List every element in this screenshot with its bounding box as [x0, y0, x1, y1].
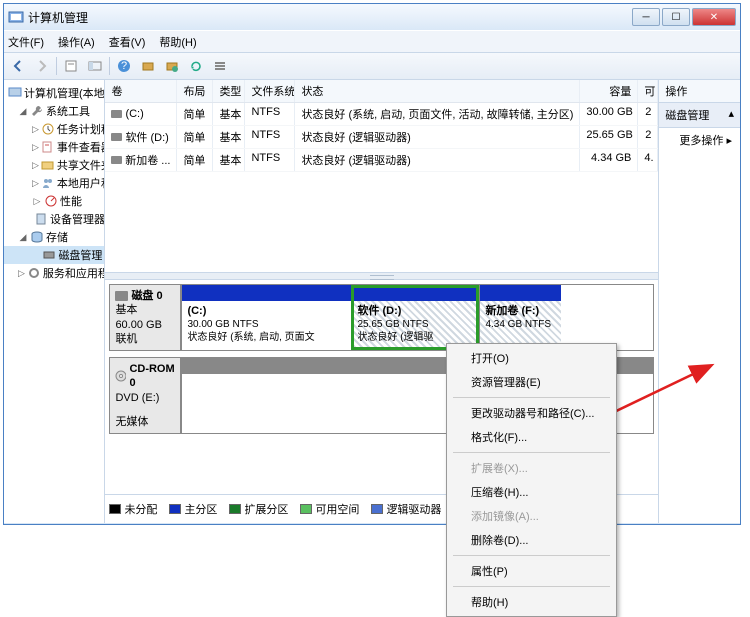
tree-scheduler[interactable]: ▷任务计划程序 [4, 120, 104, 138]
tree-services[interactable]: ▷服务和应用程序 [4, 264, 104, 282]
folder-share-icon [41, 158, 55, 172]
window-title: 计算机管理 [28, 9, 632, 26]
col-volume[interactable]: 卷 [105, 80, 177, 102]
forward-button[interactable] [32, 56, 52, 76]
tree-root[interactable]: 计算机管理(本地) [4, 84, 104, 102]
ctx-properties[interactable]: 属性(P) [449, 559, 614, 583]
collapse-icon: ▴ [728, 107, 734, 123]
tree-eventviewer[interactable]: ▷事件查看器 [4, 138, 104, 156]
tree-devicemgr[interactable]: 设备管理器 [4, 210, 104, 228]
disk-0-row: 磁盘 0 基本60.00 GB联机 (C:)30.00 GB NTFS状态良好 … [109, 284, 654, 351]
cdrom-header[interactable]: CD-ROM 0 DVD (E:)无媒体 [109, 357, 181, 434]
disk-icon [115, 291, 128, 301]
ctx-shrink[interactable]: 压缩卷(H)... [449, 480, 614, 504]
disk-0-header[interactable]: 磁盘 0 基本60.00 GB联机 [109, 284, 181, 351]
ctx-change-letter[interactable]: 更改驱动器号和路径(C)... [449, 401, 614, 425]
show-hide-button[interactable] [85, 56, 105, 76]
users-icon [41, 176, 55, 190]
actions-title[interactable]: 磁盘管理▴ [659, 103, 740, 128]
partition[interactable]: 软件 (D:)25.65 GB NTFS状态良好 (逻辑驱 [351, 285, 479, 350]
tool-icon-1[interactable] [138, 56, 158, 76]
col-type[interactable]: 类型 [213, 80, 245, 102]
volume-list[interactable]: 卷 布局 类型 文件系统 状态 容量 可 (C:)简单基本NTFS状态良好 (系… [105, 80, 658, 272]
list-button[interactable] [210, 56, 230, 76]
perf-icon [44, 194, 58, 208]
device-icon [34, 212, 48, 226]
computer-management-window: 计算机管理 ─ ☐ ✕ 文件(F) 操作(A) 查看(V) 帮助(H) ? 计算… [3, 3, 741, 525]
toolbar: ? [4, 52, 740, 80]
tree-diskmgmt[interactable]: 磁盘管理 [4, 246, 104, 264]
tree-localusers[interactable]: ▷本地用户和组 [4, 174, 104, 192]
legend-primary: 主分区 [184, 501, 217, 517]
col-status[interactable]: 状态 [295, 80, 580, 102]
volume-row[interactable]: (C:)简单基本NTFS状态良好 (系统, 启动, 页面文件, 活动, 故障转储… [105, 103, 658, 126]
actions-header: 操作 [659, 80, 740, 103]
help-button[interactable]: ? [114, 56, 134, 76]
svg-text:?: ? [121, 60, 127, 72]
ctx-mirror: 添加镜像(A)... [449, 504, 614, 528]
gear-icon [27, 266, 41, 280]
legend-logical: 逻辑驱动器 [386, 501, 441, 517]
legend-unalloc: 未分配 [124, 501, 157, 517]
properties-button[interactable] [61, 56, 81, 76]
content-area: 计算机管理(本地) ◢系统工具 ▷任务计划程序 ▷事件查看器 ▷共享文件夹 ▷本… [4, 80, 740, 523]
app-icon [8, 9, 24, 25]
tree-pane[interactable]: 计算机管理(本地) ◢系统工具 ▷任务计划程序 ▷事件查看器 ▷共享文件夹 ▷本… [4, 80, 105, 523]
menu-help[interactable]: 帮助(H) [159, 34, 196, 50]
menubar: 文件(F) 操作(A) 查看(V) 帮助(H) [4, 30, 740, 52]
cdrom-icon [115, 370, 126, 383]
storage-icon [30, 230, 44, 244]
refresh-button[interactable] [186, 56, 206, 76]
col-capacity[interactable]: 容量 [580, 80, 638, 102]
col-filesystem[interactable]: 文件系统 [245, 80, 295, 102]
wrench-icon [30, 104, 44, 118]
ctx-extend: 扩展卷(X)... [449, 456, 614, 480]
splitter[interactable] [105, 272, 658, 280]
tool-icon-2[interactable] [162, 56, 182, 76]
disk-0-partitions: (C:)30.00 GB NTFS状态良好 (系统, 启动, 页面文软件 (D:… [181, 284, 654, 351]
ctx-delete[interactable]: 删除卷(D)... [449, 528, 614, 552]
legend-free: 可用空间 [315, 501, 359, 517]
disk-icon [42, 248, 56, 262]
tree-storage[interactable]: ◢存储 [4, 228, 104, 246]
ctx-open[interactable]: 打开(O) [449, 346, 614, 370]
volume-row[interactable]: 软件 (D:)简单基本NTFS状态良好 (逻辑驱动器)25.65 GB2 [105, 126, 658, 149]
titlebar[interactable]: 计算机管理 ─ ☐ ✕ [4, 4, 740, 30]
maximize-button[interactable]: ☐ [662, 8, 690, 26]
actions-pane: 操作 磁盘管理▴ 更多操作 ▸ [659, 80, 740, 523]
chevron-right-icon: ▸ [726, 135, 732, 147]
log-icon [41, 140, 55, 154]
menu-file[interactable]: 文件(F) [8, 34, 44, 50]
computer-icon [8, 86, 22, 100]
clock-icon [41, 122, 55, 136]
menu-view[interactable]: 查看(V) [109, 34, 146, 50]
context-menu[interactable]: 打开(O) 资源管理器(E) 更改驱动器号和路径(C)... 格式化(F)...… [446, 343, 617, 617]
volume-row[interactable]: 新加卷 ...简单基本NTFS状态良好 (逻辑驱动器)4.34 GB4. [105, 149, 658, 172]
volume-list-header[interactable]: 卷 布局 类型 文件系统 状态 容量 可 [105, 80, 658, 103]
close-button[interactable]: ✕ [692, 8, 736, 26]
ctx-explorer[interactable]: 资源管理器(E) [449, 370, 614, 394]
legend-extended: 扩展分区 [244, 501, 288, 517]
menu-action[interactable]: 操作(A) [58, 34, 95, 50]
tree-performance[interactable]: ▷性能 [4, 192, 104, 210]
minimize-button[interactable]: ─ [632, 8, 660, 26]
tree-systools[interactable]: ◢系统工具 [4, 102, 104, 120]
partition[interactable]: 新加卷 (F:)4.34 GB NTFS [479, 285, 561, 350]
tree-sharedfolders[interactable]: ▷共享文件夹 [4, 156, 104, 174]
back-button[interactable] [8, 56, 28, 76]
col-free[interactable]: 可 [638, 80, 658, 102]
more-actions[interactable]: 更多操作 ▸ [659, 128, 740, 152]
col-layout[interactable]: 布局 [177, 80, 213, 102]
partition[interactable]: (C:)30.00 GB NTFS状态良好 (系统, 启动, 页面文 [181, 285, 351, 350]
ctx-format[interactable]: 格式化(F)... [449, 425, 614, 449]
ctx-help[interactable]: 帮助(H) [449, 590, 614, 614]
